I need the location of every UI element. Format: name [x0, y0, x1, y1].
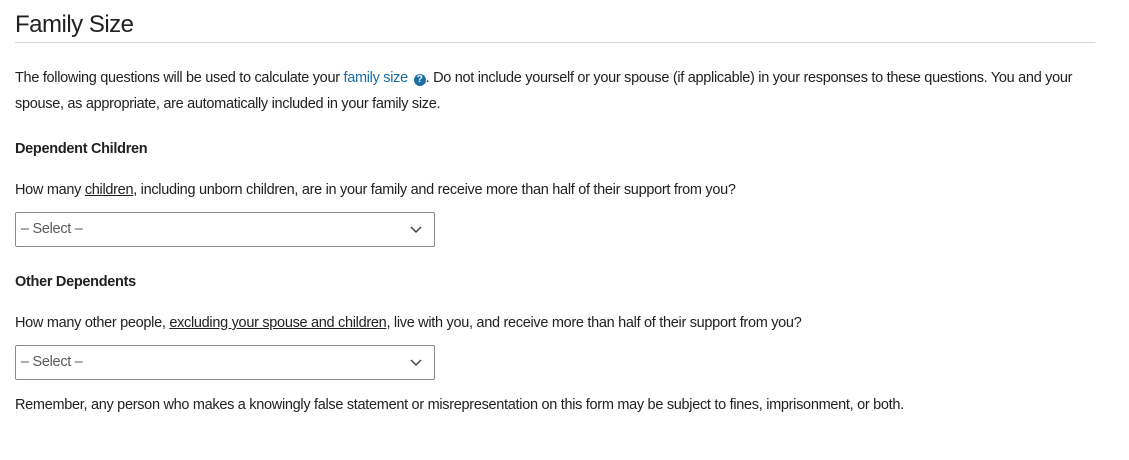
other-dependents-question: How many other people, excluding your sp… [15, 313, 802, 333]
other-dependents-question-end: , live with you, and receive more than h… [386, 315, 802, 331]
other-dependents-question-start: How many other people, [15, 315, 170, 331]
dependent-children-heading: Dependent Children [15, 141, 148, 157]
family-size-link[interactable]: family size [343, 70, 408, 86]
intro-paragraph: The following questions will be used to … [15, 65, 1095, 117]
title-divider [15, 42, 1095, 43]
excluding-spouse-children-term-link[interactable]: excluding your spouse and children [169, 315, 386, 331]
other-dependents-select-value: – Select – [21, 354, 83, 370]
dependent-children-question-end: , including unborn children, are in your… [133, 182, 736, 198]
chevron-down-icon [410, 226, 422, 234]
dependent-children-question-start: How many [15, 182, 85, 198]
children-term-link[interactable]: children [85, 182, 134, 198]
other-dependents-heading: Other Dependents [15, 274, 136, 290]
family-size-section: Family Size The following questions will… [15, 0, 1095, 413]
question-circle-icon[interactable]: ? [413, 74, 426, 86]
other-dependents-select[interactable]: – Select – [15, 345, 435, 380]
false-statement-warning: Remember, any person who makes a knowing… [15, 397, 904, 413]
dependent-children-select[interactable]: – Select – [15, 212, 435, 247]
chevron-down-icon [410, 359, 422, 367]
dependent-children-question: How many children, including unborn chil… [15, 180, 736, 200]
intro-text-start: The following questions will be used to … [15, 70, 344, 86]
dependent-children-select-value: – Select – [21, 221, 83, 237]
section-title: Family Size [15, 11, 134, 38]
